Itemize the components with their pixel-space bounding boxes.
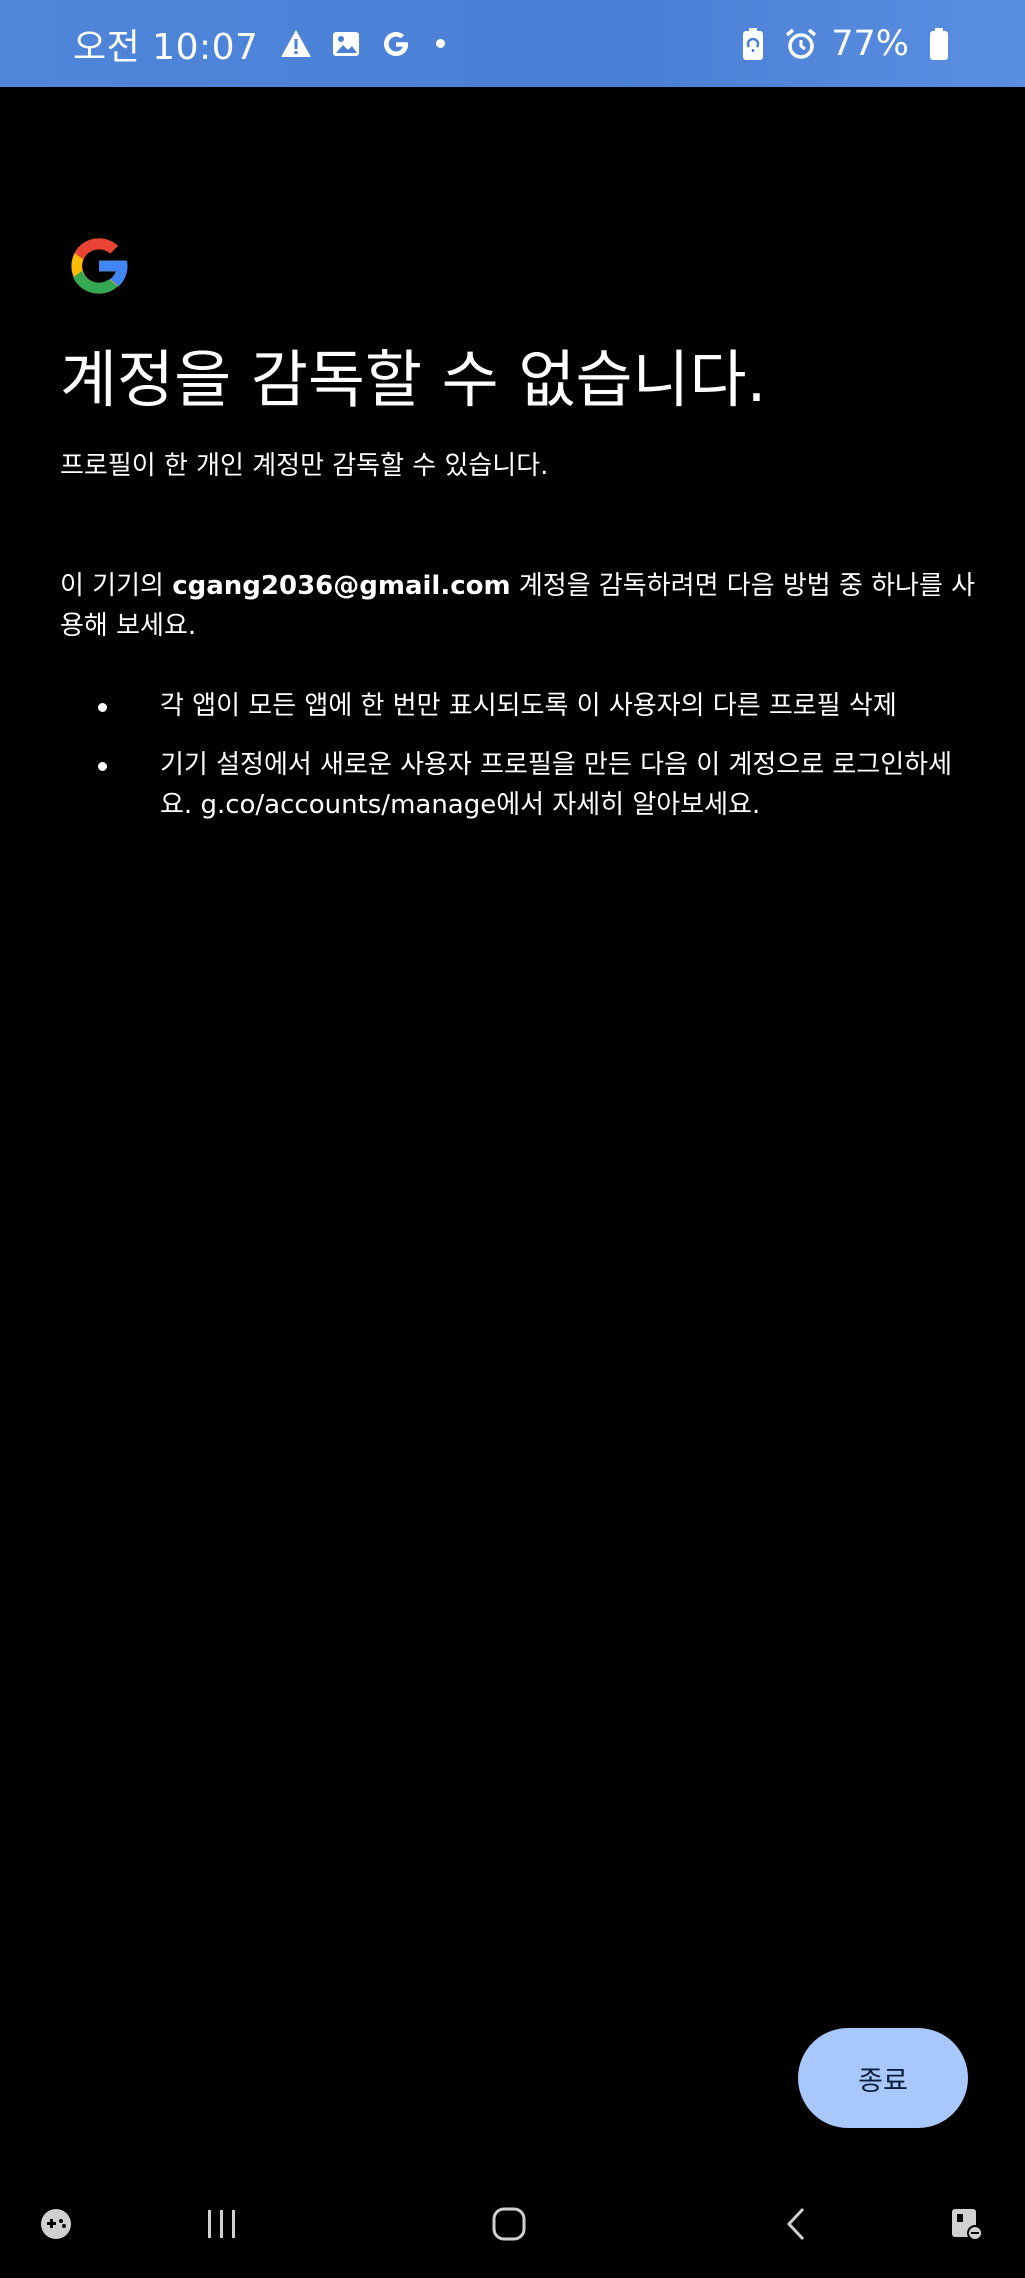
status-right: 77% xyxy=(735,0,957,87)
alarm-icon xyxy=(783,26,819,62)
dot-icon xyxy=(436,39,446,48)
battery-icon xyxy=(921,26,957,62)
bullet-text: 각 앱이 모든 앱에 한 번만 표시되도록 이 사용자의 다른 프로필 삭제 xyxy=(160,691,897,721)
battery-percent: 77% xyxy=(831,23,909,64)
body-prefix: 이 기기의 xyxy=(60,571,173,601)
home-icon[interactable] xyxy=(479,2194,539,2254)
exit-button[interactable]: 종료 xyxy=(798,2028,968,2128)
status-left: 오전 10:07 xyxy=(73,0,446,87)
warning-icon xyxy=(278,26,314,62)
list-item: 각 앱이 모든 앱에 한 번만 표시되도록 이 사용자의 다른 프로필 삭제 xyxy=(60,686,980,726)
page-subtitle: 프로필이 한 개인 계정만 감독할 수 있습니다. xyxy=(60,451,549,481)
status-time: 오전 10:07 xyxy=(73,26,259,68)
status-bar: 오전 10:07 77% xyxy=(0,0,1025,87)
navigation-bar xyxy=(0,2180,1025,2278)
google-icon xyxy=(378,26,414,62)
battery-saver-icon xyxy=(735,26,771,62)
game-launcher-icon[interactable] xyxy=(26,2194,86,2254)
recent-apps-icon[interactable] xyxy=(192,2194,252,2254)
bullet-dot xyxy=(98,762,107,771)
bullet-list: 각 앱이 모든 앱에 한 번만 표시되도록 이 사용자의 다른 프로필 삭제 기… xyxy=(60,686,980,844)
image-icon xyxy=(328,26,364,62)
bullet-dot xyxy=(98,703,107,712)
keyboard-switch-icon[interactable] xyxy=(937,2194,997,2254)
page-title: 계정을 감독할 수 없습니다. xyxy=(60,343,767,416)
body-text: 이 기기의 cgang2036@gmail.com 계정을 감독하려면 다음 방… xyxy=(60,566,980,646)
bullet-text: 기기 설정에서 새로운 사용자 프로필을 만든 다음 이 계정으로 로그인하세요… xyxy=(160,750,952,820)
list-item: 기기 설정에서 새로운 사용자 프로필을 만든 다음 이 계정으로 로그인하세요… xyxy=(60,745,980,825)
account-email: cgang2036@gmail.com xyxy=(172,571,511,601)
screen: 오전 10:07 77% 계정을 감독할 수 없습니다. 프로필이 한 개인 계… xyxy=(0,0,1025,2278)
back-icon[interactable] xyxy=(767,2194,827,2254)
google-logo xyxy=(63,230,135,302)
